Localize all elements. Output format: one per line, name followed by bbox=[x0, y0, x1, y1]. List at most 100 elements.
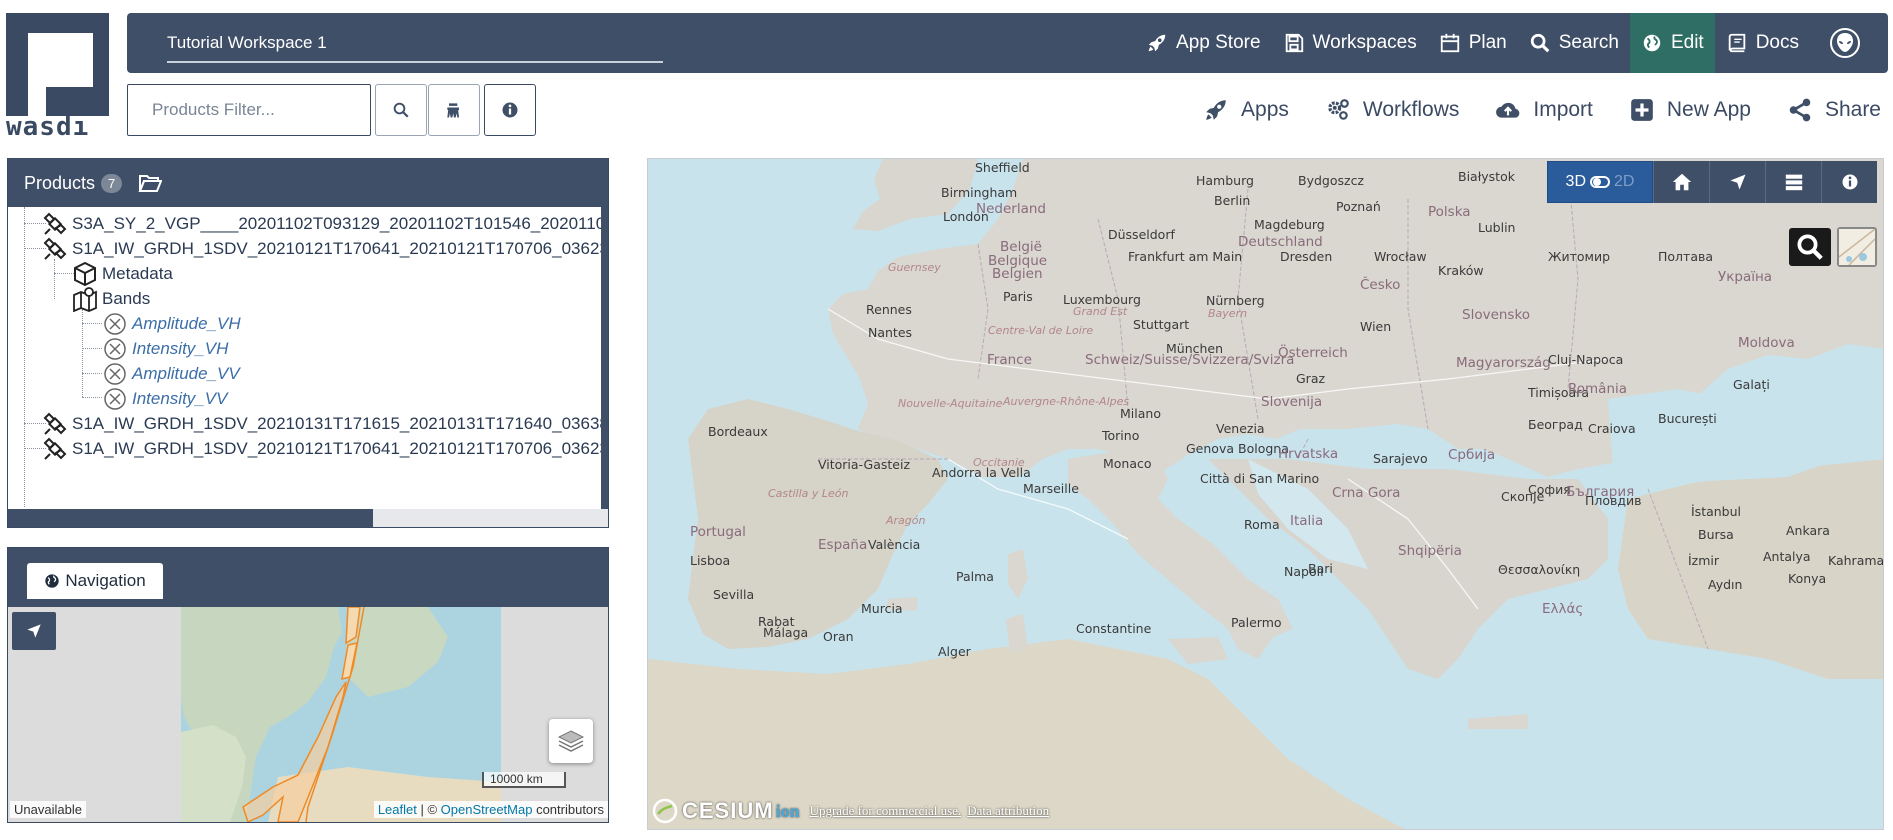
import-button[interactable]: Import bbox=[1495, 97, 1593, 123]
openstreetmap-link[interactable]: OpenStreetMap bbox=[441, 802, 533, 817]
products-title: Products bbox=[24, 172, 96, 193]
basemap-thumbnail-icon bbox=[1838, 228, 1876, 266]
map-label: Aragón bbox=[886, 514, 926, 527]
nav-edit-label: Edit bbox=[1670, 32, 1704, 53]
map-label: Wien bbox=[1360, 319, 1392, 334]
map-label: Nürnberg bbox=[1206, 293, 1265, 308]
workflows-button[interactable]: Workflows bbox=[1325, 97, 1459, 123]
map-label: Bari bbox=[1308, 561, 1333, 576]
cesium-logo-icon bbox=[652, 798, 678, 824]
nav-docs[interactable]: Docs bbox=[1715, 13, 1810, 73]
map-label: Polska bbox=[1428, 204, 1471, 220]
map-label: Shqipëria bbox=[1398, 543, 1462, 559]
search-icon bbox=[1530, 33, 1550, 53]
tree-guide-line bbox=[24, 207, 25, 507]
toggle-3d-2d[interactable]: 3D 2D bbox=[1547, 161, 1653, 203]
minimap-layers-button[interactable] bbox=[549, 719, 593, 763]
map-label: Marseille bbox=[1023, 481, 1079, 496]
products-tree: S3A_SY_2_VGP____20201102T093129_20201102… bbox=[8, 207, 608, 507]
map-label: Україна bbox=[1718, 269, 1773, 285]
globe-geocoder-button[interactable] bbox=[1789, 228, 1831, 266]
map-label: Rabat bbox=[758, 614, 795, 629]
tree-guide-line bbox=[82, 323, 102, 324]
leaflet-link[interactable]: Leaflet bbox=[378, 802, 417, 817]
map-label: Lisboa bbox=[690, 553, 731, 568]
globe-map-view[interactable]: Sheffield Hamburg Bydgoszcz Białystok Birmin… bbox=[647, 158, 1884, 830]
map-label: Galați bbox=[1733, 377, 1770, 392]
nav-edit[interactable]: Edit bbox=[1629, 13, 1715, 73]
globe-locate-button[interactable] bbox=[1709, 161, 1765, 203]
map-label: España bbox=[818, 537, 868, 553]
map-label: Wrocław bbox=[1374, 249, 1427, 264]
band-name: Intensity_VH bbox=[132, 339, 229, 358]
tree-horizontal-scroll-thumb[interactable] bbox=[8, 509, 373, 527]
globe-toolbar: 3D 2D bbox=[1547, 161, 1877, 203]
map-label: Portugal bbox=[690, 524, 746, 540]
map-label: Bydgoszcz bbox=[1298, 173, 1364, 188]
nav-search[interactable]: Search bbox=[1518, 13, 1630, 73]
map-label: Nouvelle-Aquitaine bbox=[898, 397, 1003, 410]
share-icon bbox=[1789, 98, 1811, 122]
map-label: Cluj-Napoca bbox=[1548, 352, 1624, 367]
share-button[interactable]: Share bbox=[1787, 97, 1881, 123]
filter-info-button[interactable] bbox=[484, 84, 536, 136]
tree-guide-line bbox=[82, 373, 102, 374]
map-label: Magyarország bbox=[1456, 355, 1551, 371]
map-label: Пловдив bbox=[1585, 493, 1642, 508]
layers-icon bbox=[557, 730, 585, 752]
navigation-panel: Navigation 10000 km Unavailable Leaflet … bbox=[7, 547, 609, 823]
map-label: Palma bbox=[956, 569, 994, 584]
nav-workspaces[interactable]: Workspaces bbox=[1272, 13, 1428, 73]
map-label: Torino bbox=[1102, 428, 1140, 443]
map-label: Berlin bbox=[1214, 193, 1251, 208]
product-name: S1A_IW_GRDH_1SDV_20210131T171615_2021013… bbox=[72, 414, 608, 433]
map-label: Paris bbox=[1003, 289, 1033, 304]
map-label: Rennes bbox=[866, 302, 912, 317]
map-label: Slovensko bbox=[1462, 307, 1531, 323]
map-label: Bayern bbox=[1208, 307, 1248, 320]
map-label: France bbox=[987, 352, 1032, 368]
map-label: Sarajevo bbox=[1373, 451, 1428, 466]
share-label: Share bbox=[1824, 98, 1881, 121]
cesium-ion-text: ion bbox=[775, 800, 800, 821]
toggle-2d-label: 2D bbox=[1614, 173, 1635, 190]
products-filter-input[interactable]: Products Filter... bbox=[127, 84, 371, 136]
globe-layers-list-button[interactable] bbox=[1765, 161, 1821, 203]
nav-docs-label: Docs bbox=[1755, 32, 1799, 53]
cesium-logo-text: CESIUM bbox=[682, 798, 774, 823]
tree-vertical-scrollbar[interactable] bbox=[601, 207, 608, 513]
globe-home-button[interactable] bbox=[1653, 161, 1709, 203]
main-nav: App Store Workspaces Plan Search Edit Do… bbox=[1135, 13, 1880, 73]
mini-map[interactable]: 10000 km Unavailable Leaflet | © OpenStr… bbox=[8, 607, 608, 822]
cesium-upgrade-link[interactable]: Upgrade for commercial use. bbox=[810, 803, 962, 819]
map-label: Bordeaux bbox=[708, 424, 768, 439]
apps-button[interactable]: Apps bbox=[1203, 97, 1289, 123]
map-label: València bbox=[868, 537, 921, 552]
globe-info-button[interactable] bbox=[1821, 161, 1877, 203]
map-label: Guernsey bbox=[888, 261, 941, 274]
logo-mark-hole bbox=[28, 33, 93, 87]
map-label: Београд bbox=[1528, 417, 1583, 432]
nav-plan[interactable]: Plan bbox=[1428, 13, 1518, 73]
globe-basemap-picker[interactable] bbox=[1837, 227, 1877, 267]
product-item[interactable]: S1A_IW_GRDH_1SDV_20210121T170641_2021012… bbox=[42, 434, 608, 464]
product-name: S1A_IW_GRDH_1SDV_20210121T170641_2021012… bbox=[72, 439, 608, 458]
user-menu[interactable] bbox=[1810, 13, 1880, 73]
workflows-label: Workflows bbox=[1362, 98, 1460, 121]
workspace-action-bar: Apps Workflows Import New App Share bbox=[1167, 92, 1881, 128]
filter-search-button[interactable] bbox=[375, 84, 427, 136]
cesium-data-attribution-link[interactable]: Data attribution bbox=[967, 803, 1049, 819]
new-app-button[interactable]: New App bbox=[1629, 97, 1751, 123]
map-label: Slovenija bbox=[1261, 394, 1323, 410]
search-icon bbox=[1797, 234, 1823, 260]
tab-navigation[interactable]: Navigation bbox=[27, 563, 163, 599]
minimap-locate-button[interactable] bbox=[12, 612, 56, 650]
filter-clear-button[interactable] bbox=[428, 84, 480, 136]
workspace-title-input[interactable]: Tutorial Workspace 1 bbox=[167, 29, 663, 63]
tree-guide-line bbox=[54, 259, 55, 299]
nav-app-store[interactable]: App Store bbox=[1135, 13, 1272, 73]
map-label: Genova bbox=[1186, 441, 1235, 456]
folder-open-icon[interactable] bbox=[138, 172, 163, 194]
location-arrow-icon bbox=[27, 624, 41, 638]
wasdi-logo[interactable]: wasdı bbox=[6, 13, 109, 138]
